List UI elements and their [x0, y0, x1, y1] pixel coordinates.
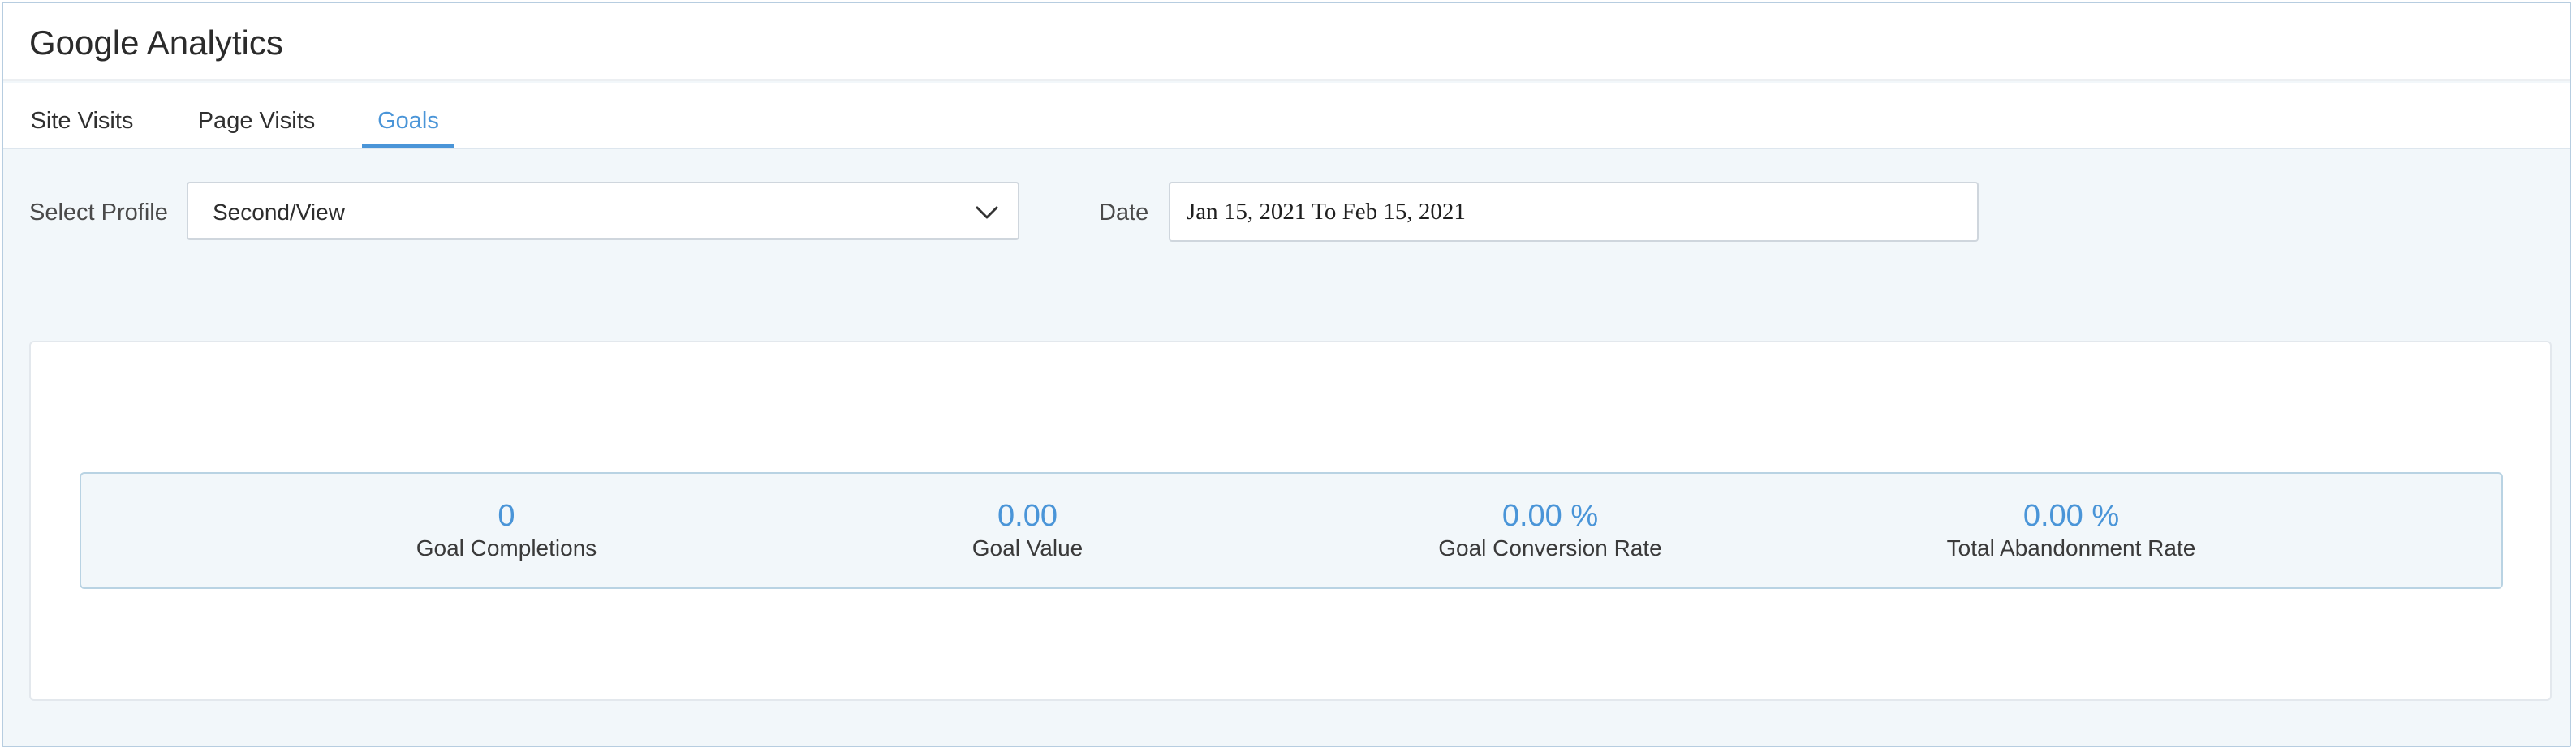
- stat-label: Goal Completions: [416, 535, 597, 561]
- stat-value: 0.00 %: [1501, 499, 1599, 533]
- goals-stats-bar: 0 Goal Completions 0.00 Goal Value 0.00 …: [80, 472, 2503, 589]
- date-range-input[interactable]: Jan 15, 2021 To Feb 15, 2021: [1169, 182, 1979, 242]
- tab-page-visits[interactable]: Page Visits: [196, 83, 317, 148]
- tab-goals[interactable]: Goals: [362, 83, 454, 148]
- date-label: Date: [1099, 200, 1149, 226]
- stat-goal-completions: 0 Goal Completions: [263, 498, 750, 563]
- stat-value: 0: [498, 499, 515, 533]
- widget-title: Google Analytics: [29, 24, 283, 62]
- stat-label: Goal Value: [971, 535, 1083, 561]
- tab-bar: Site Visits Page Visits Goals: [3, 83, 2570, 149]
- select-profile-label: Select Profile: [29, 200, 168, 226]
- tab-site-visits[interactable]: Site Visits: [28, 83, 136, 148]
- stat-goal-conversion-rate: 0.00 % Goal Conversion Rate: [1307, 498, 1794, 563]
- stat-total-abandonment-rate: 0.00 % Total Abandonment Rate: [1828, 498, 2315, 563]
- stat-goal-value: 0.00 Goal Value: [784, 498, 1271, 563]
- widget-header: Google Analytics: [3, 3, 2570, 81]
- stat-label: Goal Conversion Rate: [1438, 535, 1662, 561]
- stat-value: 0.00: [997, 499, 1058, 533]
- profile-select-value: Second/View: [213, 200, 345, 225]
- goals-panel: 0 Goal Completions 0.00 Goal Value 0.00 …: [29, 341, 2552, 701]
- profile-select[interactable]: Second/View: [187, 182, 1019, 240]
- stat-label: Total Abandonment Rate: [1946, 535, 2196, 561]
- chevron-down-icon: [976, 206, 998, 219]
- google-analytics-widget: Google Analytics Site Visits Page Visits…: [2, 2, 2571, 747]
- stat-value: 0.00 %: [2022, 499, 2120, 533]
